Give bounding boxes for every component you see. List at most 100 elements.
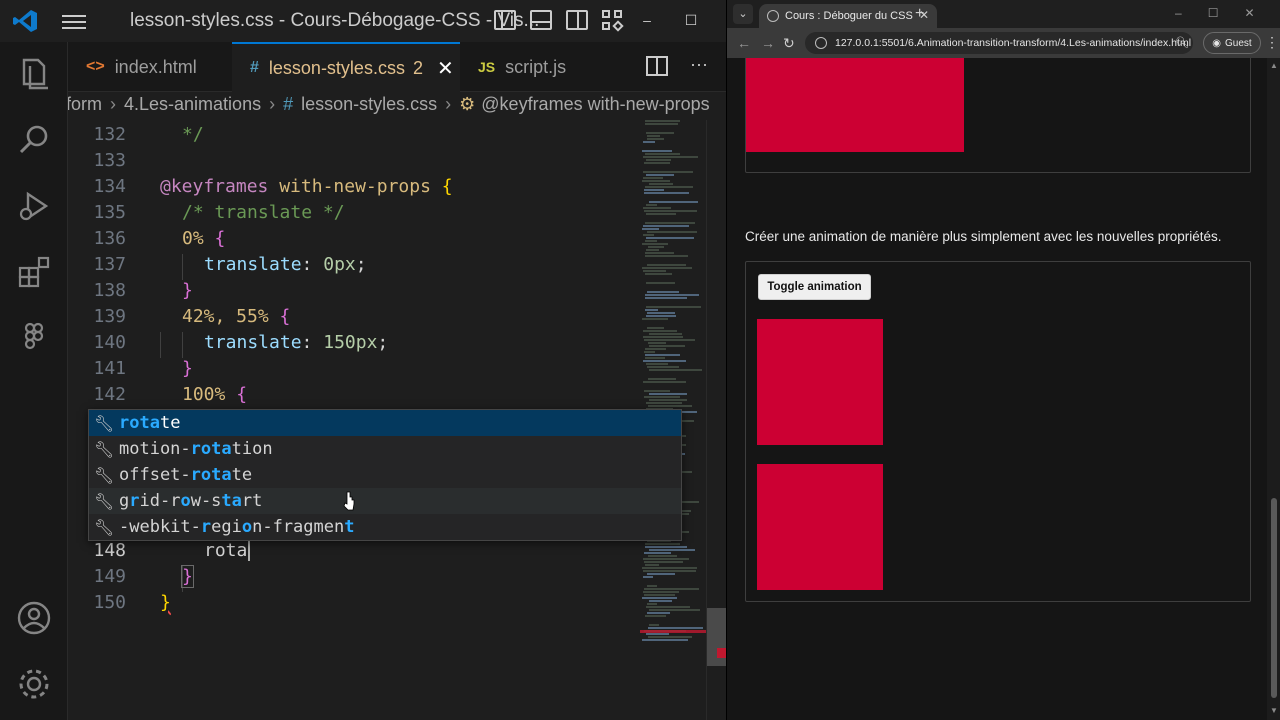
code-line: 132 */ — [93, 124, 204, 145]
scroll-down-icon[interactable]: ▼ — [1270, 706, 1278, 715]
extensions-icon[interactable] — [14, 252, 54, 292]
code-line: 137 translate: 0px; — [93, 254, 367, 275]
breadcrumb-item[interactable]: 4.Les-animations — [124, 94, 261, 115]
css-file-icon: # — [250, 59, 259, 76]
error-marker — [717, 648, 726, 658]
code-line: 135/* translate */ — [93, 202, 345, 223]
activity-bar — [0, 42, 68, 720]
minimize-icon[interactable]: – — [640, 12, 654, 29]
chevron-right-icon: › — [110, 94, 116, 114]
scrollbar-thumb[interactable] — [1271, 498, 1277, 698]
suggestion-item[interactable]: 🔧︎ grid-row-start — [89, 488, 681, 514]
browser-toolbar: ← → ↻ 127.0.0.1:5501/6.Animation-transit… — [727, 28, 1280, 58]
chevron-right-icon: › — [445, 94, 452, 114]
maximize-icon[interactable]: ☐ — [684, 12, 698, 29]
figma-icon[interactable] — [14, 318, 54, 358]
favicon-icon — [767, 10, 779, 22]
more-actions-icon[interactable]: ··· — [690, 55, 708, 76]
section-description: Créer une animation de manière plus simp… — [745, 229, 1222, 244]
browser-tab[interactable]: Cours : Déboguer du CSS ✕ — [759, 4, 937, 28]
profile-label: Guest — [1225, 37, 1252, 49]
page-scrollbar[interactable]: ▲ ▼ — [1267, 58, 1280, 720]
toggle-panel-icon[interactable] — [530, 10, 552, 30]
vscode-logo-icon — [13, 10, 37, 32]
property-wrench-icon: 🔧︎ — [93, 439, 115, 459]
browser-tab-strip: ⌄ Cours : Déboguer du CSS ✕ + – ☐ ✕ — [727, 0, 1280, 28]
breadcrumb-item[interactable]: @keyframes with-new-props — [481, 94, 709, 115]
tab-label: index.html — [114, 56, 197, 77]
forward-icon[interactable]: → — [761, 35, 775, 51]
toggle-secondary-sidebar-icon[interactable] — [566, 10, 588, 30]
suggestion-item[interactable]: 🔧︎ rotate — [89, 410, 681, 436]
editor-scrollbar[interactable] — [706, 120, 726, 720]
tab-search-icon[interactable]: ⌄ — [733, 4, 753, 24]
tab-lesson-styles-css[interactable]: # lesson-styles.css 2 ✕ — [232, 42, 460, 92]
browser-tab-title: Cours : Déboguer du CSS — [785, 10, 913, 22]
toggle-animation-button[interactable]: Toggle animation — [758, 274, 871, 300]
suggestion-label: motion-rotation — [119, 439, 273, 459]
browser-menu-icon[interactable]: ⋮ — [1265, 34, 1279, 51]
code-line: 141} — [93, 358, 193, 379]
autocomplete-suggestions[interactable]: 🔧︎ rotate 🔧︎ motion-rotation 🔧︎ offset-rotate… — [88, 409, 682, 541]
suggestion-label: -webkit-region-fragment — [119, 517, 355, 537]
new-tab-icon[interactable]: + — [915, 5, 924, 23]
code-line: 142 100% { — [93, 384, 248, 405]
menu-icon[interactable] — [62, 12, 86, 30]
code-line: 140 translate: 150px; — [93, 332, 389, 353]
suggestion-item[interactable]: 🔧︎ -webkit-region-fragment — [89, 514, 681, 540]
property-wrench-icon: 🔧︎ — [93, 465, 115, 485]
breadcrumb: form › 4.Les-animations › # lesson-style… — [68, 92, 726, 120]
css-file-icon: # — [283, 94, 294, 114]
tab-script-js[interactable]: JS script.js — [460, 42, 620, 92]
suggestion-item[interactable]: 🔧︎ offset-rotate — [89, 462, 681, 488]
address-bar[interactable]: 127.0.0.1:5501/6.Animation-transition-tr… — [805, 32, 1193, 54]
scroll-up-icon[interactable]: ▲ — [1270, 61, 1278, 70]
code-line: 138} — [93, 280, 193, 301]
toggle-primary-sidebar-icon[interactable] — [494, 10, 516, 30]
tab-index-html[interactable]: <> index.html — [68, 42, 232, 92]
zoom-icon[interactable]: 🔍︎ — [1175, 36, 1189, 49]
minimap[interactable] — [640, 120, 706, 660]
suggestion-item[interactable]: 🔧︎ motion-rotation — [89, 436, 681, 462]
reload-icon[interactable]: ↻ — [783, 35, 795, 52]
customize-layout-icon[interactable] — [602, 10, 624, 32]
code-line: 134 @keyframes with-new-props { — [93, 176, 453, 197]
window-title: lesson-styles.css - Cours-Débogage-CSS -… — [130, 10, 540, 31]
url-text: 127.0.0.1:5501/6.Animation-transition-tr… — [835, 37, 1192, 49]
profile-button[interactable]: ◉ Guest — [1203, 32, 1261, 54]
profile-icon: ◉ — [1212, 37, 1222, 49]
explorer-icon[interactable] — [14, 54, 54, 94]
search-icon[interactable] — [14, 120, 54, 160]
split-editor-icon[interactable] — [646, 56, 668, 76]
suggestion-label: offset-rotate — [119, 465, 253, 485]
text-cursor — [248, 541, 251, 561]
site-info-icon[interactable] — [815, 37, 827, 49]
page-viewport: Créer une animation de manière plus simp… — [727, 58, 1267, 720]
code-line: 149} — [93, 565, 194, 588]
code-line: 148 rota — [68, 540, 640, 566]
breadcrumb-item[interactable]: form — [68, 94, 102, 115]
minimize-icon[interactable]: – — [1175, 6, 1182, 20]
close-window-icon[interactable]: ✕ — [1244, 6, 1254, 20]
code-line: 150} — [93, 592, 171, 613]
mouse-pointer-icon — [343, 491, 355, 511]
account-icon[interactable] — [14, 598, 54, 638]
browser-window: ⌄ Cours : Déboguer du CSS ✕ + – ☐ ✕ ← → … — [726, 0, 1280, 720]
js-file-icon: JS — [478, 59, 496, 75]
maximize-icon[interactable]: ☐ — [1208, 6, 1219, 20]
close-icon[interactable]: ✕ — [437, 56, 454, 81]
back-icon[interactable]: ← — [737, 35, 751, 51]
property-wrench-icon: 🔧︎ — [93, 517, 115, 537]
breadcrumb-item[interactable]: lesson-styles.css — [301, 94, 437, 115]
html-file-icon: <> — [86, 58, 105, 75]
settings-gear-icon[interactable] — [14, 664, 54, 704]
symbol-icon: ⚙ — [459, 94, 476, 114]
animated-box — [757, 319, 883, 445]
demo-container — [745, 58, 1251, 173]
animated-box — [746, 58, 964, 152]
vscode-window: lesson-styles.css - Cours-Débogage-CSS -… — [0, 0, 726, 720]
tab-label: lesson-styles.css — [268, 57, 405, 78]
animated-box — [757, 464, 883, 590]
run-debug-icon[interactable] — [14, 186, 54, 226]
tab-label: script.js — [505, 56, 567, 77]
